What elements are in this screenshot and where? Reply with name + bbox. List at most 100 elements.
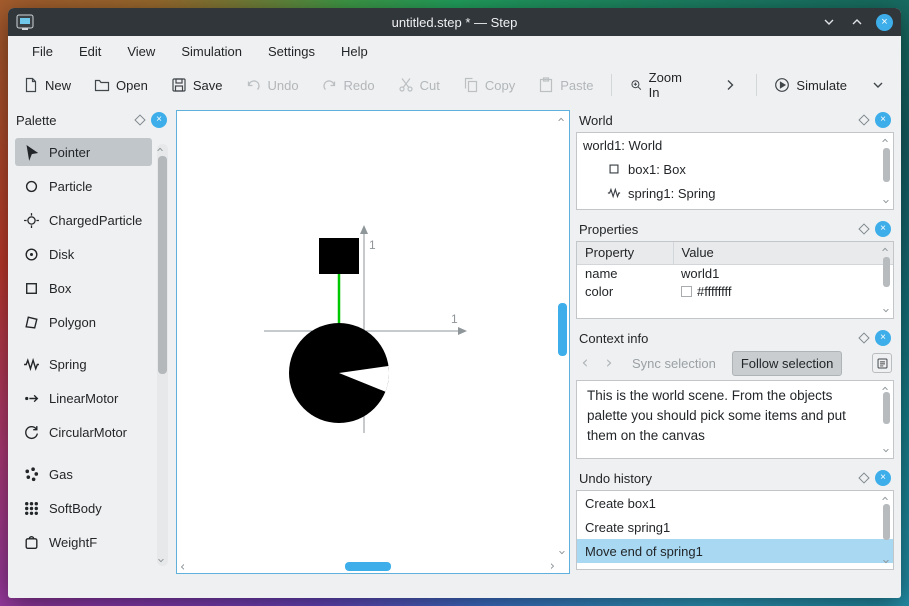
scroll-up-icon[interactable]: › [878,386,893,391]
step-window: untitled.step * — Step × File Edit View … [8,8,901,598]
pointer-icon [26,144,39,161]
app-icon[interactable] [16,13,34,31]
undo-item-move-end-of-spring1[interactable]: Move end of spring1 [577,539,893,563]
context-doc-icon[interactable] [872,353,892,373]
cut-button[interactable]: Cut [393,73,445,97]
scroll-right-icon[interactable]: › [550,560,555,573]
close-panel-icon[interactable]: × [875,221,891,237]
world-scrollbar[interactable]: › › [878,134,893,208]
float-panel-icon[interactable] [858,472,870,484]
canvas-vertical-scrollbar[interactable]: › › [554,111,569,559]
menu-file[interactable]: File [22,41,63,62]
world-scrollbar-thumb[interactable] [883,148,890,182]
close-panel-icon[interactable]: × [875,330,891,346]
spring-icon [607,187,621,199]
scroll-up-icon[interactable]: › [878,138,893,143]
undo-scrollbar-thumb[interactable] [883,504,890,540]
palette-item-linearmotor[interactable]: LinearMotor [15,384,152,412]
float-panel-icon[interactable] [858,332,870,344]
minimize-icon[interactable] [820,13,838,31]
scroll-down-icon[interactable]: › [878,308,893,313]
new-document-icon [25,77,37,93]
palette-item-chargedparticle[interactable]: ChargedParticle [15,206,152,234]
undo-item-create-box1[interactable]: Create box1 [577,491,893,515]
context-scrollbar[interactable]: › › [878,382,893,457]
scroll-up-icon[interactable]: › [878,496,893,501]
save-button[interactable]: Save [166,73,228,97]
scroll-down-icon[interactable]: › [878,448,893,453]
canvas-scene[interactable]: 1 1 [177,111,555,559]
canvas-vscroll-thumb[interactable] [558,303,567,356]
undo-history-list: Create box1 Create spring1 Move end of s… [576,490,894,570]
tree-item-spring1[interactable]: spring1: Spring [577,181,893,205]
value-column-header[interactable]: Value [673,242,893,265]
menu-view[interactable]: View [117,41,165,62]
palette-item-weightforce[interactable]: WeightF [15,528,152,556]
canvas-hscroll-thumb[interactable] [345,562,391,571]
follow-selection-button[interactable]: Follow selection [731,350,843,376]
properties-scrollbar-thumb[interactable] [883,257,890,287]
world-canvas[interactable]: 1 1 › › › › [176,110,570,574]
property-row-partial[interactable] [577,300,893,318]
property-row-color[interactable]: color #ffffffff [577,282,893,300]
paste-button[interactable]: Paste [533,73,598,97]
float-panel-icon[interactable] [858,223,870,235]
context-scrollbar-thumb[interactable] [883,392,890,424]
undo-button[interactable]: Undo [240,73,303,97]
close-panel-icon[interactable]: × [875,470,891,486]
menu-help[interactable]: Help [331,41,378,62]
tree-item-box1[interactable]: box1: Box [577,157,893,181]
menu-simulation[interactable]: Simulation [171,41,252,62]
scroll-down-icon[interactable]: › [554,550,569,555]
palette-item-particle[interactable]: Particle [15,172,152,200]
property-row-name[interactable]: name world1 [577,264,893,282]
palette-item-box[interactable]: Box [15,274,152,302]
palette-scrollbar-thumb[interactable] [158,156,167,374]
redo-icon [322,80,335,90]
menu-edit[interactable]: Edit [69,41,111,62]
forward-icon[interactable]: › [602,353,616,373]
scroll-down-icon[interactable]: › [878,559,893,564]
scroll-up-icon[interactable]: › [554,117,569,122]
scroll-up-icon[interactable]: › [878,247,893,252]
undo-scrollbar[interactable]: › › [878,492,893,568]
close-panel-icon[interactable]: × [151,112,167,128]
scroll-up-icon[interactable]: › [153,147,168,152]
palette-item-spring[interactable]: Spring [15,350,152,378]
scroll-left-icon[interactable]: › [180,559,185,574]
palette-item-pointer[interactable]: Pointer [15,138,152,166]
titlebar[interactable]: untitled.step * — Step × [8,8,901,36]
scroll-down-icon[interactable]: › [878,199,893,204]
tree-item-world1[interactable]: world1: World [577,133,893,157]
close-icon[interactable]: × [876,13,893,31]
copy-button[interactable]: Copy [458,73,520,97]
property-column-header[interactable]: Property [577,242,674,265]
palette-item-softbody[interactable]: SoftBody [15,494,152,522]
open-button[interactable]: Open [89,73,153,97]
palette-scrollbar[interactable]: › › [153,144,168,566]
chevron-down-icon [873,82,883,88]
toolbar-menu-button[interactable] [865,73,891,97]
sync-selection-button[interactable]: Sync selection [626,352,722,375]
new-button[interactable]: New [18,73,76,97]
close-panel-icon[interactable]: × [875,112,891,128]
toolbar-overflow-button[interactable] [717,73,743,97]
properties-scrollbar[interactable]: › › [878,243,893,317]
box1-shape[interactable] [319,238,359,274]
back-icon[interactable]: › [578,353,592,373]
palette-item-circularmotor[interactable]: CircularMotor [15,418,152,446]
redo-button[interactable]: Redo [317,73,380,97]
scroll-down-icon[interactable]: › [153,558,168,563]
palette-item-polygon[interactable]: Polygon [15,308,152,336]
canvas-horizontal-scrollbar[interactable]: › › [177,559,555,574]
float-panel-icon[interactable] [858,114,870,126]
palette-item-gas[interactable]: Gas [15,460,152,488]
simulate-button[interactable]: Simulate [769,73,852,97]
zoom-in-button[interactable]: Zoom In [625,66,690,104]
maximize-icon[interactable] [848,13,866,31]
palette-item-disk[interactable]: Disk [15,240,152,268]
float-panel-icon[interactable] [134,114,146,126]
menu-settings[interactable]: Settings [258,41,325,62]
undo-item-create-spring1[interactable]: Create spring1 [577,515,893,539]
palette-title: Palette [16,112,57,128]
